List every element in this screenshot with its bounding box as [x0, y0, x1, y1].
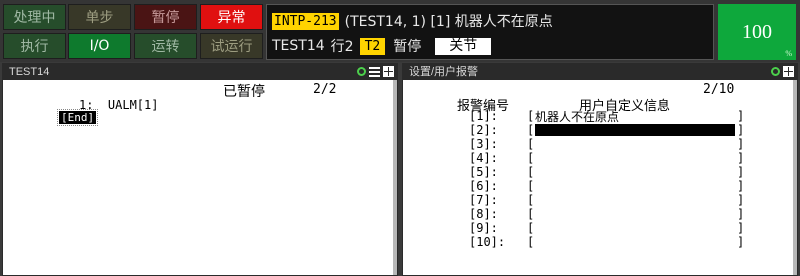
page-indicator: 2/10	[703, 82, 735, 97]
user-alarm-panel[interactable]: 设置/用户报警 2/10 报警编号 用户自定义信息 [1]: [ 机器人不在原点…	[402, 63, 798, 276]
end-marker[interactable]: [End]	[56, 109, 99, 126]
maximize-icon[interactable]	[783, 66, 794, 77]
bracket-close: ]	[737, 207, 745, 221]
panel-title: TEST14	[9, 66, 50, 78]
bracket-open: [	[527, 193, 535, 207]
scrollbar[interactable]	[793, 80, 797, 275]
alarm-number: [1]:	[469, 109, 498, 123]
bracket-open: [	[527, 151, 535, 165]
status-prod: 运转	[134, 33, 197, 59]
alarm-code: INTP-213	[272, 12, 339, 30]
alarm-row[interactable]: [6]: [ ]	[469, 179, 749, 193]
alarm-row[interactable]: [7]: [ ]	[469, 193, 749, 207]
maximize-icon[interactable]	[383, 66, 394, 77]
panel-title: 设置/用户报警	[409, 66, 479, 78]
status-tcyc: 试运行	[200, 33, 263, 59]
bracket-open: [	[527, 179, 535, 193]
alarm-line: INTP-213 (TEST14, 1) [1] 机器人不在原点	[272, 11, 553, 31]
program-status-line: TEST14 行2 T2 暂停 关节	[272, 36, 492, 56]
line-number: 1:	[79, 98, 94, 112]
bracket-close: ]	[737, 123, 745, 137]
bracket-open: [	[527, 123, 535, 137]
alarm-row[interactable]: [8]: [ ]	[469, 207, 749, 221]
alarm-number: [5]:	[469, 165, 498, 179]
alarm-number: [4]:	[469, 151, 498, 165]
program-editor-panel[interactable]: TEST14 已暂停 2/2 1: UALM[1] [End]	[2, 63, 398, 276]
bracket-close: ]	[737, 165, 745, 179]
status-hold: 暂停	[134, 4, 197, 30]
override-speed[interactable]: 100 %	[718, 4, 796, 60]
alarm-row[interactable]: [3]: [ ]	[469, 137, 749, 151]
program-name: TEST14	[272, 38, 325, 54]
alarm-row[interactable]: [1]: [ 机器人不在原点 ]	[469, 109, 749, 124]
program-status: 已暂停	[223, 84, 265, 100]
bracket-open: [	[527, 207, 535, 221]
alarm-message-box: INTP-213 (TEST14, 1) [1] 机器人不在原点 TEST14 …	[266, 4, 714, 60]
alarm-row[interactable]: [10]: [ ]	[469, 235, 749, 249]
bracket-open: [	[527, 221, 535, 235]
bracket-close: ]	[737, 137, 745, 151]
bracket-close: ]	[737, 151, 745, 165]
program-line: 行2	[330, 39, 354, 55]
bracket-close: ]	[737, 221, 745, 235]
panel-title-bar: 设置/用户报警	[403, 64, 797, 80]
zoom-icon[interactable]	[357, 67, 366, 76]
bracket-open: [	[527, 137, 535, 151]
alarm-list: [1]: [ 机器人不在原点 ] [2]: [ ] [3]: [ ] [4]: …	[469, 109, 749, 249]
status-io: I/O	[68, 33, 131, 59]
bracket-open: [	[527, 165, 535, 179]
alarm-row[interactable]: [9]: [ ]	[469, 221, 749, 235]
zoom-icon[interactable]	[771, 67, 780, 76]
status-fault: 异常	[200, 4, 263, 30]
alarm-number: [9]:	[469, 221, 498, 235]
alarm-number: [7]:	[469, 193, 498, 207]
joint-coord-button[interactable]: 关节	[435, 37, 492, 55]
alarm-row[interactable]: [2]: [ ]	[469, 123, 749, 137]
bracket-open: [	[527, 235, 535, 249]
alarm-number: [6]:	[469, 179, 498, 193]
alarm-number: [10]:	[469, 235, 506, 249]
edit-cursor[interactable]	[535, 124, 735, 136]
bracket-close: ]	[737, 235, 745, 249]
line-instruction: UALM[1]	[107, 98, 159, 112]
bracket-close: ]	[737, 179, 745, 193]
percent-unit: %	[785, 49, 792, 58]
alarm-number: [2]:	[469, 123, 498, 137]
alarm-number: [3]:	[469, 137, 498, 151]
mode-badge: T2	[359, 37, 386, 55]
status-run: 执行	[3, 33, 66, 59]
program-state: 暂停	[393, 39, 422, 55]
panel-title-bar: TEST14	[3, 64, 397, 80]
bracket-open: [	[527, 109, 535, 123]
alarm-text: (TEST14, 1) [1] 机器人不在原点	[344, 14, 553, 30]
scrollbar[interactable]	[393, 80, 397, 275]
override-value: 100	[742, 20, 772, 43]
menu-icon[interactable]	[369, 67, 380, 77]
status-step: 单步	[68, 4, 131, 30]
alarm-row[interactable]: [5]: [ ]	[469, 165, 749, 179]
status-busy: 处理中	[3, 4, 66, 30]
program-line-1[interactable]: 1: UALM[1]	[79, 98, 158, 112]
page-indicator: 2/2	[313, 82, 337, 97]
alarm-number: [8]:	[469, 207, 498, 221]
bracket-close: ]	[737, 109, 745, 123]
status-bar: 处理中 单步 暂停 异常 执行 I/O 运转 试运行 INTP-213 (TES…	[0, 0, 800, 62]
alarm-row[interactable]: [4]: [ ]	[469, 151, 749, 165]
bracket-close: ]	[737, 193, 745, 207]
